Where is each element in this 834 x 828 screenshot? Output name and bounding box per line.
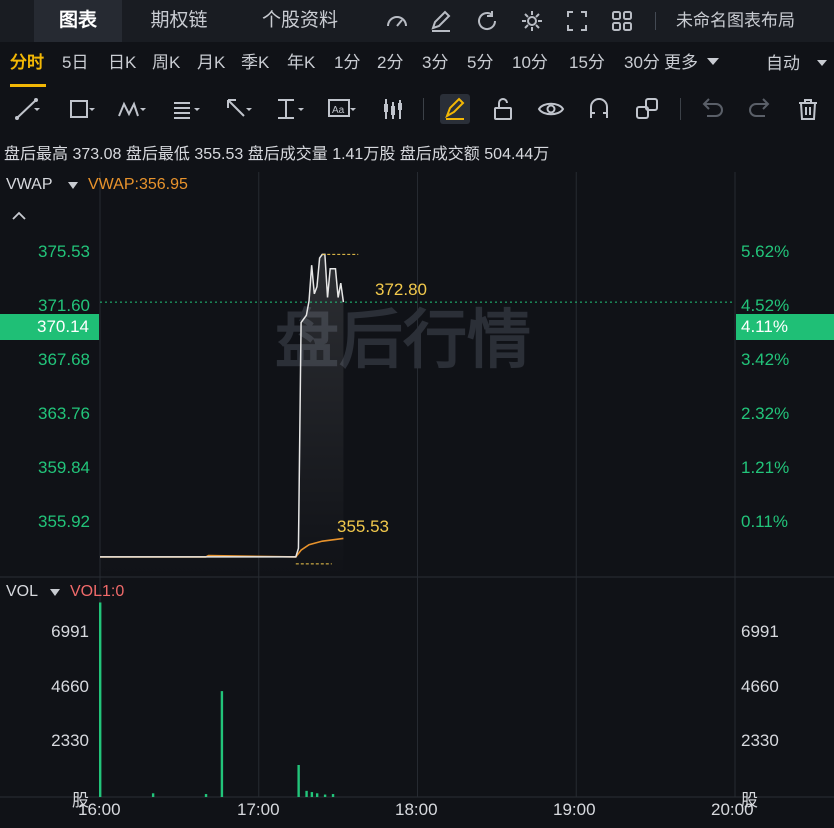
high-marker-label: 372.80 [375,280,427,299]
x-axis-label: 20:00 [711,800,754,819]
low-marker-label: 355.53 [337,517,389,536]
x-axis-label: 16:00 [78,800,121,819]
vwap-indicator-name[interactable]: VWAP [6,176,53,194]
price-chart[interactable]: 盘后行情 [0,0,834,828]
y-axis-label: 367.68 [38,350,90,369]
volume-bar [151,793,155,797]
vol-axis-label: 2330 [741,731,779,750]
current-pct-tag: 4.11% [736,314,834,340]
pct-axis-label: 0.11% [741,512,788,531]
volume-bar [220,691,224,797]
volume-bar [204,794,208,797]
volume-bar [305,790,308,797]
y-axis-label: 375.53 [38,242,90,261]
y-axis-label: 359.84 [38,458,90,477]
vwap-indicator-value: VWAP:356.95 [88,176,188,193]
pct-axis-label: 3.42% [741,350,790,369]
pct-axis-label: 4.52% [741,296,790,315]
volume-bar [323,794,327,797]
volume-bar [297,764,300,797]
y-axis-label: 355.92 [38,512,90,531]
volume-bar [315,793,319,797]
caret-down-icon[interactable] [68,182,78,190]
volume-bar [310,792,314,797]
pct-axis-label: 5.62% [741,242,790,261]
collapse-up-icon[interactable] [12,211,26,221]
vol-axis-label: 6991 [51,622,89,641]
y-axis-label: 371.60 [38,296,90,315]
x-axis-label: 18:00 [395,800,438,819]
vol-axis-label: 4660 [741,677,779,696]
volume-bar [331,794,335,797]
vol-unit-label: 股 [72,791,89,810]
x-axis-label: 19:00 [553,800,596,819]
vol-axis-label: 2330 [51,731,89,750]
vol-indicator-value: VOL1:0 [70,583,125,600]
vol-axis-label: 6991 [741,622,779,641]
volume-bar [99,602,102,797]
current-price-tag: 370.14 [0,314,99,340]
pct-axis-label: 2.32% [741,404,790,423]
vol-indicator-name[interactable]: VOL [6,583,38,601]
x-axis-label: 17:00 [237,800,280,819]
price-area [100,254,344,577]
vol-axis-label: 4660 [51,677,89,696]
y-axis-label: 363.76 [38,404,90,423]
pct-axis-label: 1.21% [741,458,790,477]
caret-down-icon[interactable] [50,589,60,597]
